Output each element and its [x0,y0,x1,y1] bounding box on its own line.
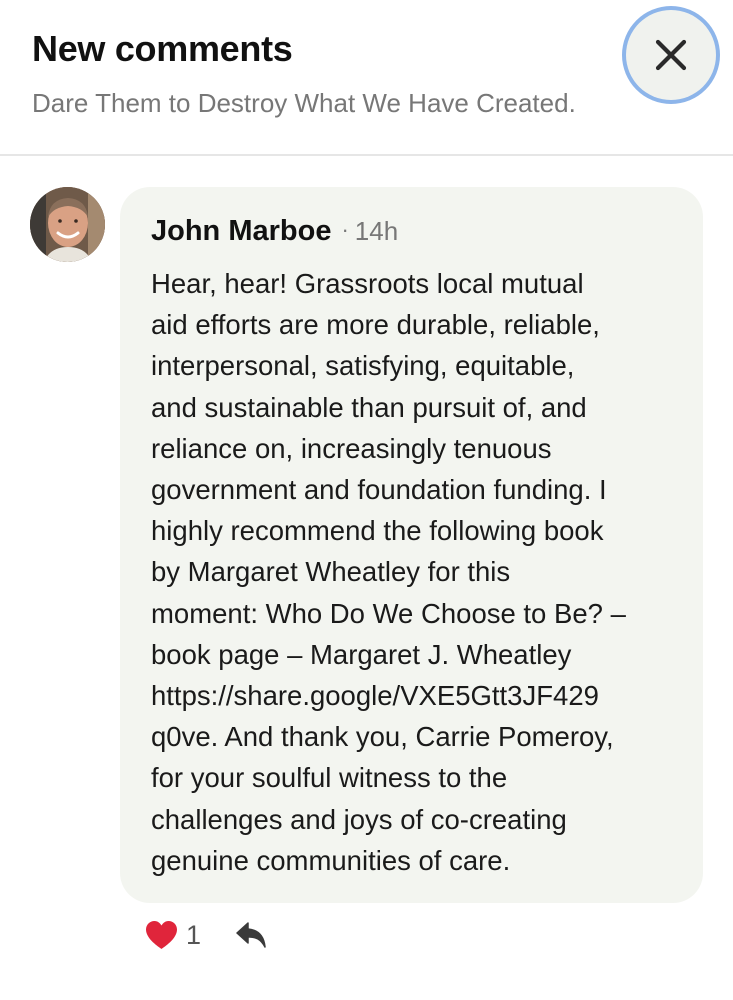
reply-button[interactable] [235,921,267,949]
comment-timestamp[interactable]: 14h [355,216,398,246]
comment-author[interactable]: John Marboe [151,215,331,247]
comment-line: by Margaret Wheatley for this [151,556,511,588]
comment-bubble: John Marboe · 14h Hear, hear! Grassroots l… [120,187,703,903]
comment-actions: 1 [145,915,267,955]
comment-line: highly recommend the following book [151,515,604,547]
like-count: 1 [186,919,202,950]
comment-line: challenges and joys of co-creating [151,803,567,835]
avatar[interactable] [30,187,105,262]
page-title: New comments [32,28,293,69]
comment-link[interactable]: https://share.google/VXE5Gtt3JF429 [151,675,691,716]
comment-line: aid efforts are more durable, reliable, [151,309,600,341]
heart-icon [146,921,177,949]
article-title: Dare Them to Destroy What We Have Create… [32,88,576,118]
close-button[interactable] [626,10,716,100]
close-icon [655,39,687,71]
comments-panel: New comments Dare Them to Destroy What W… [0,0,733,1000]
comment-line: genuine communities of care. [151,844,511,876]
comment-body: Hear, hear! Grassroots local mutual aid … [151,263,691,881]
comments-header: New comments Dare Them to Destroy What W… [0,0,733,156]
comment-line: government and foundation funding. I [151,474,607,506]
comment-line: reliance on, increasingly tenuous [151,432,552,464]
comment-line: for your soulful witness to the [151,762,508,794]
comment-line: interpersonal, satisfying, equitable, [151,350,575,382]
comment-line: book page – Margaret J. Wheatley [151,638,572,670]
comment-line: q0ve. And thank you, Carrie Pomeroy, [151,721,614,753]
reply-icon [236,922,266,948]
user-avatar-icon [30,187,105,262]
comment-line: and sustainable than pursuit of, and [151,391,587,423]
meta-separator: · [341,217,349,242]
like-button[interactable]: 1 [145,920,201,951]
comment-line: moment: Who Do We Choose to Be? – [151,597,626,629]
comment-meta: John Marboe · 14h [151,215,398,248]
comment-line: Hear, hear! Grassroots local mutual [151,268,584,299]
